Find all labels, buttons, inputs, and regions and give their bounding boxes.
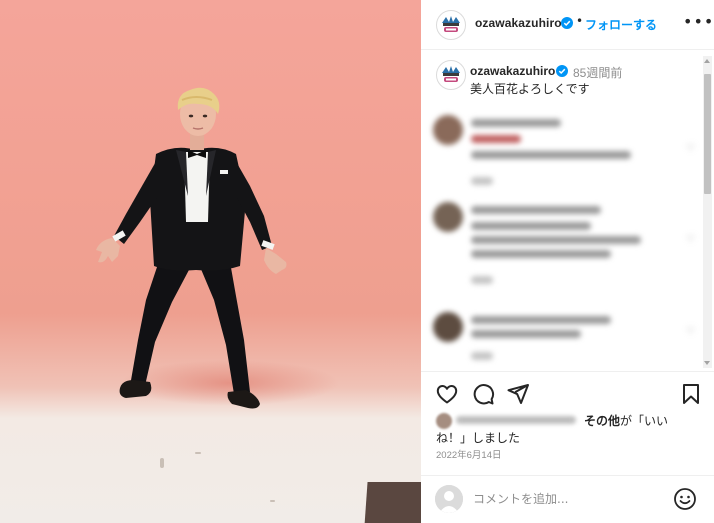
- liker-avatar[interactable]: [436, 413, 452, 429]
- bookmark-icon[interactable]: [680, 382, 702, 406]
- avatar: [433, 312, 463, 342]
- caption-avatar[interactable]: [436, 60, 466, 90]
- caption-text: 美人百花よろしくです: [470, 82, 590, 96]
- caption-timestamp[interactable]: 85週間前: [573, 64, 622, 81]
- verified-badge-icon: [556, 65, 568, 77]
- follow-button[interactable]: フォローする: [585, 16, 657, 33]
- heart-icon[interactable]: [435, 382, 459, 406]
- likes-text-line2: ね！」しました: [436, 431, 521, 445]
- man-in-tuxedo: [96, 87, 287, 409]
- likes-text-line1: が「いい: [620, 414, 669, 428]
- likes-others-link[interactable]: その他: [584, 414, 620, 428]
- comment-input[interactable]: [473, 488, 673, 510]
- post-header: ozawakazuhiro • フォローする •••: [421, 0, 714, 50]
- avatar[interactable]: [436, 10, 466, 40]
- profile-logo-icon: [442, 16, 460, 32]
- avatar: [433, 115, 463, 145]
- scroll-up-arrow-icon[interactable]: [704, 59, 710, 63]
- current-user-avatar: [435, 485, 463, 513]
- scroll-down-arrow-icon[interactable]: [704, 361, 710, 365]
- post-sidebar: ozawakazuhiro • フォローする ••• ozawakazuhiro…: [421, 0, 714, 523]
- scrollbar-thumb[interactable]: [704, 74, 711, 194]
- divider: [421, 371, 714, 372]
- avatar: [433, 202, 463, 232]
- verified-badge-icon: [561, 17, 573, 29]
- heart-icon: ♡: [686, 234, 695, 245]
- emoji-icon[interactable]: [673, 487, 697, 511]
- profile-logo-icon: [442, 66, 460, 82]
- blurred-comments: ♡ ♡ ♡: [421, 110, 703, 368]
- comment-composer: [421, 476, 714, 523]
- caption-username[interactable]: ozawakazuhiro: [470, 64, 555, 78]
- post-photo[interactable]: [0, 0, 421, 523]
- heart-icon: ♡: [686, 143, 695, 154]
- header-username[interactable]: ozawakazuhiro: [475, 16, 562, 30]
- comment-icon[interactable]: [471, 382, 495, 406]
- more-icon[interactable]: •••: [683, 12, 714, 31]
- action-bar: [421, 380, 714, 408]
- header-separator: •: [576, 14, 584, 28]
- liker-username[interactable]: [456, 416, 576, 424]
- comments-scrollbar[interactable]: [703, 56, 712, 368]
- heart-icon: ♡: [686, 326, 695, 337]
- share-icon[interactable]: [506, 382, 530, 406]
- post-date[interactable]: 2022年6月14日: [436, 447, 501, 461]
- default-avatar-icon: [435, 485, 463, 513]
